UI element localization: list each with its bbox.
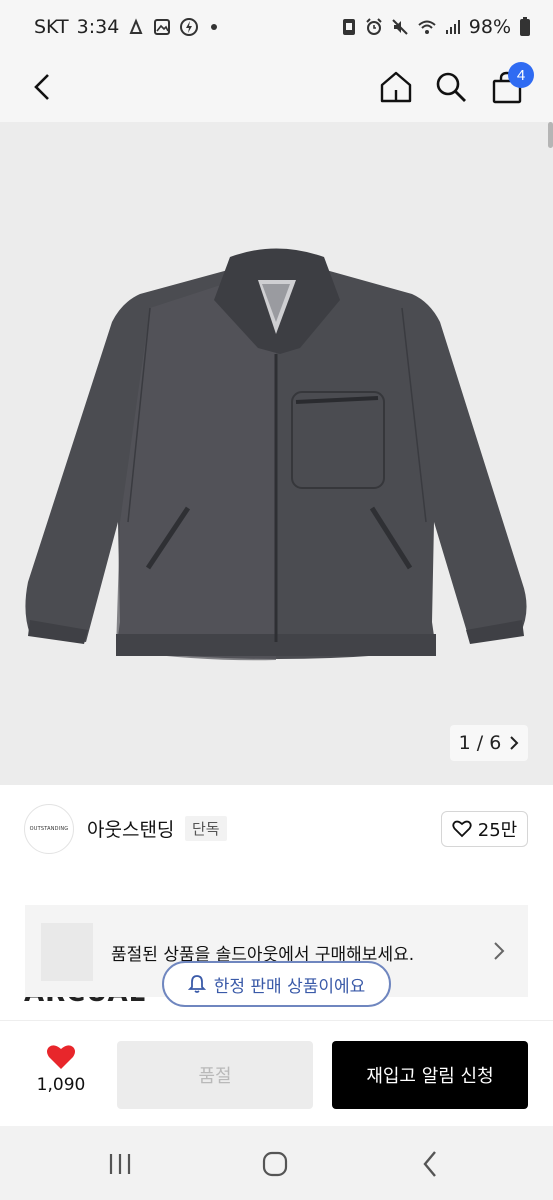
status-left: SKT 3:34 (34, 16, 218, 38)
brand-name[interactable]: 아웃스탠딩 (87, 815, 174, 842)
brand-row: OUTSTANDING 아웃스탠딩 단독 25만 (0, 785, 553, 875)
cart-count-badge: 4 (508, 62, 534, 88)
battery-percent: 98% (468, 16, 511, 38)
system-navigation-bar (0, 1126, 553, 1200)
product-image[interactable]: 1 / 6 (0, 122, 553, 785)
mute-icon (391, 18, 409, 36)
brand-like-button[interactable]: 25만 (441, 811, 528, 847)
wifi-icon (417, 18, 437, 36)
wishlist-button[interactable]: 1,090 (30, 1043, 92, 1109)
back-button[interactable] (18, 62, 68, 112)
brand-logo-text: OUTSTANDING (29, 826, 69, 832)
search-button[interactable] (426, 62, 476, 112)
gallery-icon (153, 18, 171, 36)
status-bar: SKT 3:34 98% (0, 0, 553, 54)
heart-filled-icon (47, 1045, 75, 1069)
heart-outline-icon (452, 820, 472, 838)
more-notifications-dot (211, 24, 218, 30)
home-system-button[interactable] (255, 1144, 295, 1184)
chevron-right-icon (510, 736, 519, 750)
system-back-button[interactable] (410, 1144, 450, 1184)
brand-like-count: 25만 (477, 820, 518, 841)
recent-apps-button[interactable] (100, 1144, 140, 1184)
cart-button[interactable]: 4 (482, 62, 534, 112)
bottom-action-bar: 1,090 품절 재입고 알림 신청 (0, 1020, 553, 1126)
chevron-right-icon (487, 937, 511, 965)
scrollbar[interactable] (548, 122, 553, 148)
limited-sale-pill: 한정 판매 상품이에요 (162, 961, 391, 1007)
alarm-icon (365, 18, 383, 36)
jacket-photo (25, 248, 527, 661)
top-navigation: 4 (0, 54, 553, 122)
charging-icon (179, 17, 199, 37)
limited-sale-text: 한정 판매 상품이에요 (213, 976, 366, 997)
image-pager[interactable]: 1 / 6 (450, 725, 528, 761)
carrier-label: SKT (34, 16, 69, 38)
back-chevron-icon (423, 1151, 436, 1177)
brand-logo[interactable]: OUTSTANDING (24, 804, 74, 854)
exclusive-tag: 단독 (185, 816, 227, 841)
back-arrow-icon (34, 74, 49, 100)
soldout-button: 품절 (117, 1041, 313, 1109)
home-circle-icon (262, 1151, 288, 1177)
restock-alert-button[interactable]: 재입고 알림 신청 (332, 1041, 528, 1109)
bell-icon (187, 975, 206, 993)
home-icon (380, 71, 412, 103)
recent-apps-icon (109, 1154, 131, 1174)
wishlist-count: 1,090 (36, 1075, 86, 1095)
notification-app-icon (127, 18, 145, 36)
signal-icon (445, 19, 461, 35)
banner-thumbnail (41, 923, 93, 981)
image-pager-text: 1 / 6 (458, 732, 502, 754)
nfc-icon (341, 18, 357, 36)
battery-icon (519, 17, 531, 37)
search-icon (436, 72, 466, 102)
home-button[interactable] (371, 62, 421, 112)
clock: 3:34 (76, 16, 120, 38)
status-right: 98% (341, 16, 531, 38)
